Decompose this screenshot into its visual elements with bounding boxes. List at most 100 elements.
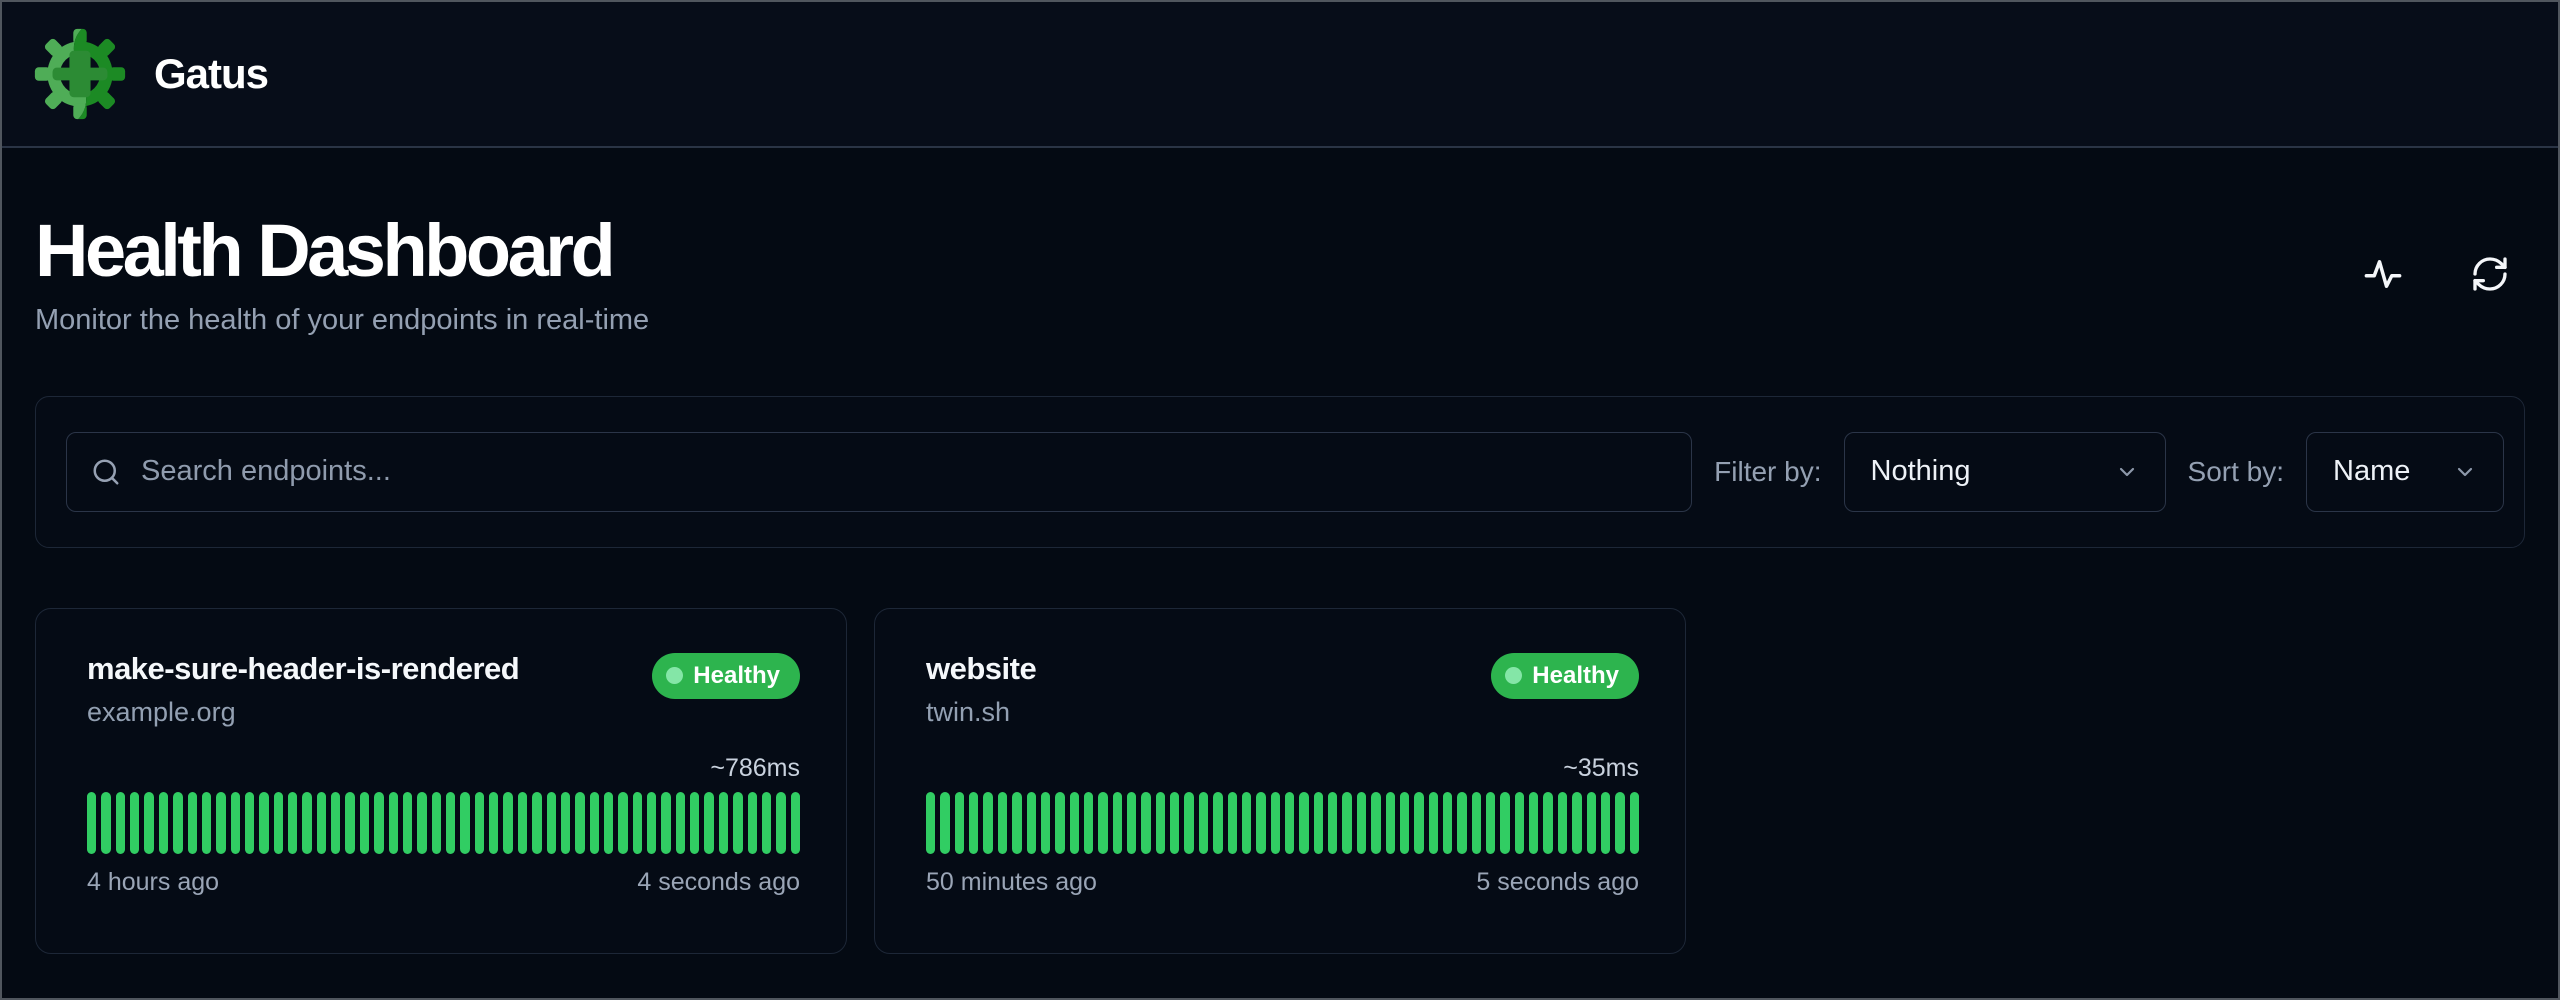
status-bar[interactable] bbox=[1098, 792, 1107, 854]
status-bar[interactable] bbox=[1070, 792, 1079, 854]
status-bar[interactable] bbox=[1012, 792, 1021, 854]
status-bar[interactable] bbox=[360, 792, 369, 854]
status-bar[interactable] bbox=[1328, 792, 1337, 854]
status-bar[interactable] bbox=[1500, 792, 1509, 854]
status-bar[interactable] bbox=[417, 792, 426, 854]
status-bar[interactable] bbox=[144, 792, 153, 854]
status-bar[interactable] bbox=[547, 792, 556, 854]
status-bar[interactable] bbox=[288, 792, 297, 854]
status-bar[interactable] bbox=[274, 792, 283, 854]
filter-dropdown[interactable]: Nothing bbox=[1844, 432, 2166, 512]
status-bar[interactable] bbox=[188, 792, 197, 854]
status-bar[interactable] bbox=[1443, 792, 1452, 854]
status-bar[interactable] bbox=[1457, 792, 1466, 854]
status-bar[interactable] bbox=[1170, 792, 1179, 854]
status-bar[interactable] bbox=[1429, 792, 1438, 854]
status-bar[interactable] bbox=[1055, 792, 1064, 854]
status-bar[interactable] bbox=[116, 792, 125, 854]
status-bar[interactable] bbox=[518, 792, 527, 854]
status-bar[interactable] bbox=[1529, 792, 1538, 854]
status-bar[interactable] bbox=[1299, 792, 1308, 854]
status-bar[interactable] bbox=[475, 792, 484, 854]
status-bar[interactable] bbox=[1314, 792, 1323, 854]
status-bar[interactable] bbox=[1543, 792, 1552, 854]
status-bar[interactable] bbox=[561, 792, 570, 854]
endpoint-card[interactable]: make-sure-header-is-rendered example.org… bbox=[35, 608, 847, 954]
status-bar[interactable] bbox=[331, 792, 340, 854]
status-bar[interactable] bbox=[1587, 792, 1596, 854]
status-bar[interactable] bbox=[604, 792, 613, 854]
status-bar[interactable] bbox=[618, 792, 627, 854]
status-bar[interactable] bbox=[1558, 792, 1567, 854]
status-bar[interactable] bbox=[661, 792, 670, 854]
status-bar[interactable] bbox=[1414, 792, 1423, 854]
status-bar[interactable] bbox=[676, 792, 685, 854]
status-bar[interactable] bbox=[1127, 792, 1136, 854]
status-bar[interactable] bbox=[1256, 792, 1265, 854]
status-bar[interactable] bbox=[704, 792, 713, 854]
status-bar[interactable] bbox=[940, 792, 949, 854]
status-bar[interactable] bbox=[633, 792, 642, 854]
status-bar[interactable] bbox=[489, 792, 498, 854]
refresh-button[interactable] bbox=[2470, 254, 2510, 294]
search-box[interactable] bbox=[66, 432, 1692, 512]
status-bar[interactable] bbox=[432, 792, 441, 854]
status-bar[interactable] bbox=[1027, 792, 1036, 854]
status-bar[interactable] bbox=[374, 792, 383, 854]
status-bar[interactable] bbox=[87, 792, 96, 854]
status-bar[interactable] bbox=[159, 792, 168, 854]
status-bar[interactable] bbox=[1141, 792, 1150, 854]
status-bar[interactable] bbox=[955, 792, 964, 854]
status-bar[interactable] bbox=[259, 792, 268, 854]
status-bar[interactable] bbox=[983, 792, 992, 854]
status-bar[interactable] bbox=[1601, 792, 1610, 854]
status-bar[interactable] bbox=[173, 792, 182, 854]
status-bar[interactable] bbox=[317, 792, 326, 854]
status-bar[interactable] bbox=[1156, 792, 1165, 854]
status-bar[interactable] bbox=[998, 792, 1007, 854]
status-bar[interactable] bbox=[1630, 792, 1639, 854]
status-bar[interactable] bbox=[245, 792, 254, 854]
status-bar[interactable] bbox=[1184, 792, 1193, 854]
status-bar[interactable] bbox=[1472, 792, 1481, 854]
status-bar[interactable] bbox=[532, 792, 541, 854]
status-bar[interactable] bbox=[460, 792, 469, 854]
status-bar[interactable] bbox=[503, 792, 512, 854]
status-bar[interactable] bbox=[1572, 792, 1581, 854]
status-bar[interactable] bbox=[1371, 792, 1380, 854]
status-bar[interactable] bbox=[590, 792, 599, 854]
endpoint-name[interactable]: website bbox=[926, 651, 1036, 687]
status-bar[interactable] bbox=[1342, 792, 1351, 854]
status-bar[interactable] bbox=[446, 792, 455, 854]
status-bar[interactable] bbox=[1084, 792, 1093, 854]
status-bar[interactable] bbox=[1386, 792, 1395, 854]
status-bar[interactable] bbox=[719, 792, 728, 854]
status-bar[interactable] bbox=[1515, 792, 1524, 854]
status-bar[interactable] bbox=[1228, 792, 1237, 854]
status-bar[interactable] bbox=[1041, 792, 1050, 854]
status-bar[interactable] bbox=[969, 792, 978, 854]
status-bar[interactable] bbox=[690, 792, 699, 854]
status-bar[interactable] bbox=[733, 792, 742, 854]
sort-dropdown[interactable]: Name bbox=[2306, 432, 2504, 512]
status-bar[interactable] bbox=[345, 792, 354, 854]
status-bar[interactable] bbox=[926, 792, 935, 854]
status-bar[interactable] bbox=[748, 792, 757, 854]
status-bar[interactable] bbox=[1486, 792, 1495, 854]
search-input[interactable] bbox=[141, 455, 1667, 488]
status-bar[interactable] bbox=[403, 792, 412, 854]
status-bar[interactable] bbox=[1113, 792, 1122, 854]
endpoint-name[interactable]: make-sure-header-is-rendered bbox=[87, 651, 519, 687]
status-bar[interactable] bbox=[1357, 792, 1366, 854]
status-bar[interactable] bbox=[1615, 792, 1624, 854]
status-bar[interactable] bbox=[1213, 792, 1222, 854]
status-bar[interactable] bbox=[762, 792, 771, 854]
status-bar[interactable] bbox=[1400, 792, 1409, 854]
status-bar[interactable] bbox=[791, 792, 800, 854]
status-bar[interactable] bbox=[302, 792, 311, 854]
status-bar[interactable] bbox=[1285, 792, 1294, 854]
status-bar[interactable] bbox=[130, 792, 139, 854]
status-bar[interactable] bbox=[202, 792, 211, 854]
status-bar[interactable] bbox=[216, 792, 225, 854]
brand-link[interactable]: Gatus bbox=[32, 26, 268, 122]
